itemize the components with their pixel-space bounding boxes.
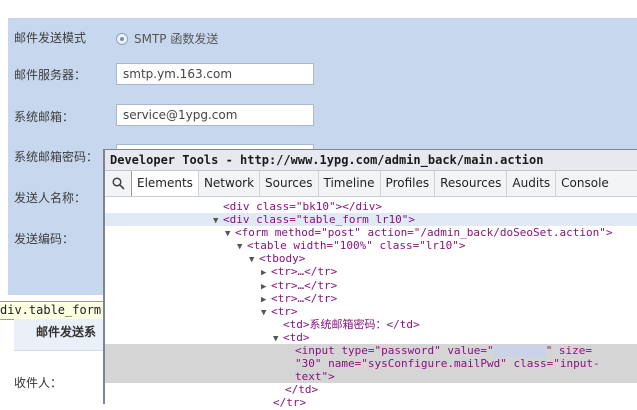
dom-node-input-password-cont[interactable]: "30" name="sysConfigure.mailPwd" class="…	[105, 357, 637, 371]
tab-resources[interactable]: Resources	[434, 171, 506, 196]
inspect-tooltip: div.table_form.	[0, 301, 114, 320]
developer-tools-window: Developer Tools - http://www.1ypg.com/ad…	[103, 149, 637, 409]
mode-label: 邮件发送模式	[14, 30, 87, 45]
tab-timeline[interactable]: Timeline	[317, 171, 380, 196]
server-label: 邮件服务器：	[14, 67, 87, 82]
tab-console[interactable]: Console	[555, 171, 614, 196]
email-input[interactable]: service@1ypg.com	[116, 104, 314, 126]
sender-row: 发送人名称：	[14, 184, 114, 210]
dom-node-td-input[interactable]: ▼ <td>	[105, 331, 637, 344]
server-input[interactable]: smtp.ym.163.com	[116, 63, 314, 85]
sender-label: 发送人名称：	[14, 190, 87, 205]
password-row: 系统邮箱密码：	[14, 143, 114, 169]
dom-node-bk10[interactable]: <div class="bk10"></div>	[105, 200, 637, 213]
dom-node-tr-4[interactable]: ▼ <tr>	[105, 305, 637, 318]
encoding-label: 发送编码：	[14, 231, 75, 246]
tab-profiles[interactable]: Profiles	[379, 171, 435, 196]
page-top-strip	[0, 0, 637, 18]
dom-tree: <div class="bk10"></div> ▼ <div class="ta…	[105, 197, 637, 410]
dom-node-table[interactable]: ▼ <table width="100%" class="lr10">	[105, 239, 637, 252]
email-row: 系统邮箱：	[14, 103, 114, 129]
dom-node-tr-2[interactable]: ▶ <tr>…</tr>	[105, 279, 637, 292]
dom-node-input-password[interactable]: <input type="password" value=" " size=	[105, 344, 637, 358]
password-label: 系统邮箱密码：	[14, 149, 99, 164]
search-icon[interactable]	[105, 171, 131, 196]
devtools-toolbar: Elements Network Sources Timeline Profil…	[105, 171, 637, 197]
dom-node-input-password-end[interactable]: text">	[105, 370, 637, 384]
dom-node-tbody[interactable]: ▼ <tbody>	[105, 252, 637, 265]
smtp-radio-icon[interactable]	[116, 32, 128, 45]
dom-node-tr-3[interactable]: ▶ <tr>…</tr>	[105, 292, 637, 305]
dom-node-td-close[interactable]: </td>	[105, 383, 637, 396]
tab-audits[interactable]: Audits	[506, 171, 555, 196]
encoding-row: 发送编码：	[14, 225, 114, 251]
tab-elements[interactable]: Elements	[131, 171, 198, 196]
devtools-title: Developer Tools - http://www.1ypg.com/ad…	[105, 150, 637, 171]
redacted-value	[493, 345, 546, 358]
server-row: 邮件服务器：	[14, 61, 114, 87]
tab-network[interactable]: Network	[197, 171, 259, 196]
dom-node-tr-1[interactable]: ▶ <tr>…</tr>	[105, 265, 637, 278]
section-tab[interactable]: 邮件发送系	[14, 319, 106, 351]
dom-node-td-label[interactable]: <td>系统邮箱密码：</td>	[105, 318, 637, 331]
mode-row: 邮件发送模式	[14, 24, 114, 50]
tab-sources[interactable]: Sources	[259, 171, 317, 196]
recipient-label: 收件人：	[14, 376, 63, 390]
smtp-radio-option[interactable]: SMTP 函数发送	[116, 30, 218, 47]
smtp-radio-label: SMTP 函数发送	[134, 32, 219, 46]
dom-node-form[interactable]: ▼ <form method="post" action="/admin_back…	[105, 226, 637, 239]
email-label: 系统邮箱：	[14, 109, 75, 124]
dom-node-table-form[interactable]: ▼ <div class="table_form lr10">	[105, 213, 637, 227]
